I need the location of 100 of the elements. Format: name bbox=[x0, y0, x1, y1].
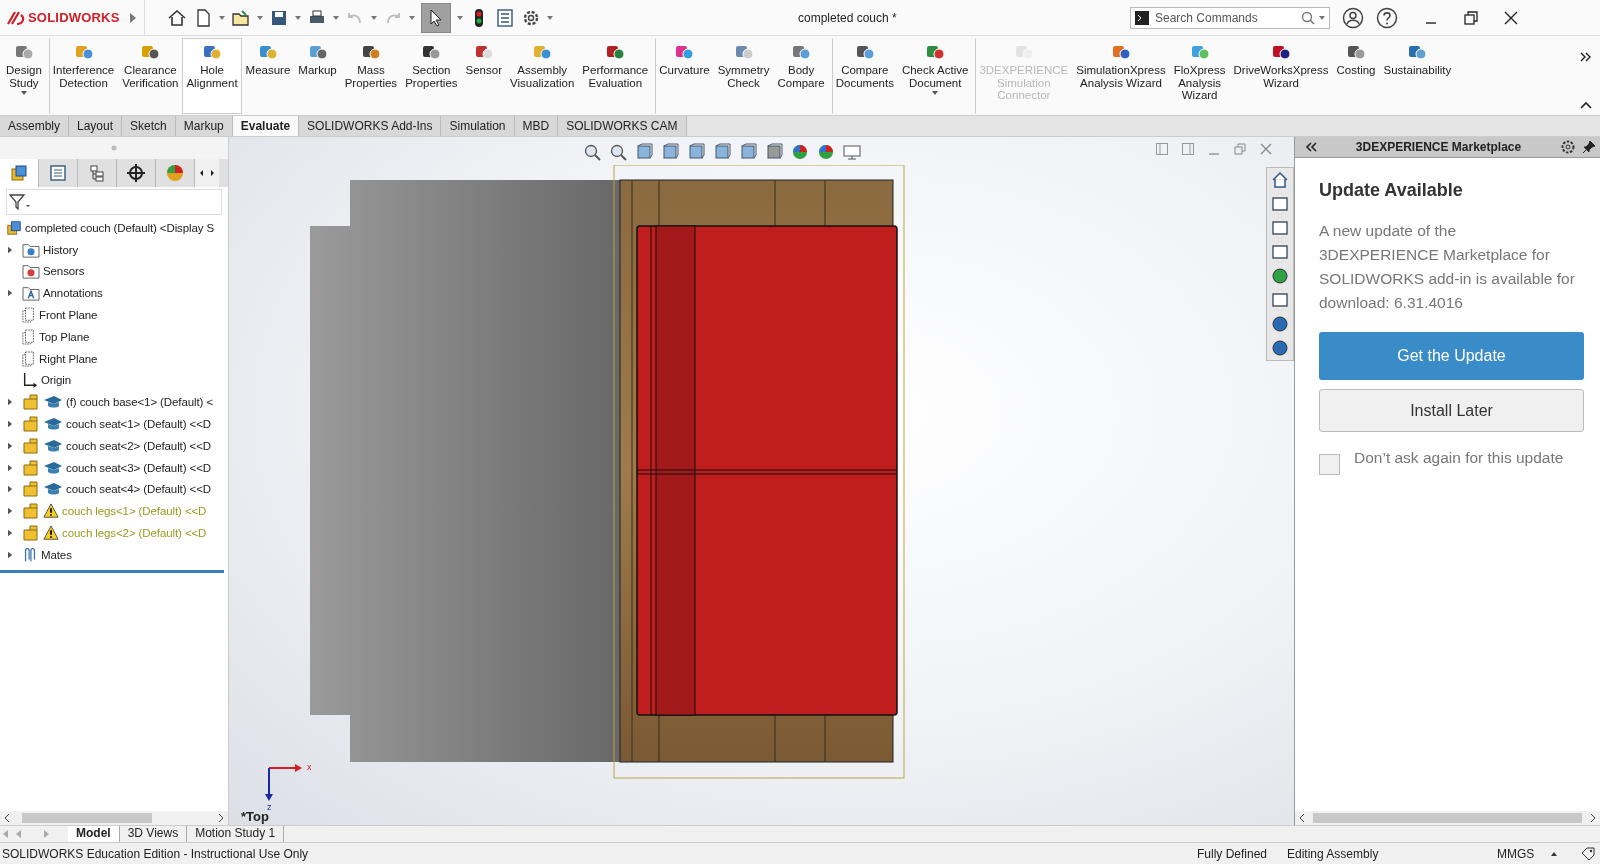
dropdown-caret-icon[interactable] bbox=[409, 15, 415, 20]
ribbon-command[interactable]: Symmetry Check bbox=[713, 38, 774, 114]
collapse-panel-icon[interactable] bbox=[1305, 142, 1317, 152]
expand-arrow-icon[interactable] bbox=[7, 507, 13, 516]
open-folder-icon[interactable] bbox=[231, 7, 251, 28]
scroll-left-icon[interactable] bbox=[4, 814, 10, 822]
user-icon[interactable] bbox=[1342, 6, 1364, 29]
dropdown-caret-icon[interactable] bbox=[547, 15, 553, 20]
tree-item[interactable]: couch seat<3> (Default) <<D bbox=[0, 456, 228, 479]
scroll-right-icon[interactable] bbox=[1590, 814, 1596, 822]
ribbon-command[interactable]: Compare Documents bbox=[831, 38, 898, 114]
ribbon-command[interactable]: Sensor bbox=[461, 38, 506, 114]
scroll-right-icon[interactable] bbox=[218, 814, 224, 822]
tree-item[interactable]: Front Plane bbox=[0, 304, 228, 326]
command-tab[interactable]: Sketch bbox=[122, 116, 176, 136]
ribbon-command[interactable]: SimulationXpress Analysis Wizard bbox=[1072, 38, 1170, 114]
tree-item[interactable]: (f) couch base<1> (Default) < bbox=[0, 391, 228, 414]
tree-item[interactable]: Mates bbox=[0, 543, 228, 566]
units-menu[interactable]: MMGS bbox=[1497, 846, 1551, 861]
get-update-button[interactable]: Get the Update bbox=[1319, 332, 1584, 380]
ribbon-command[interactable]: Assembly Visualization bbox=[506, 38, 579, 114]
caret-icon[interactable] bbox=[1551, 851, 1557, 856]
dropdown-caret-icon[interactable] bbox=[457, 15, 463, 20]
expand-arrow-icon[interactable] bbox=[7, 245, 13, 254]
expand-arrow-icon[interactable] bbox=[7, 420, 13, 429]
scroll-left-icon[interactable] bbox=[1299, 814, 1305, 822]
tree-item[interactable]: couch seat<4> (Default) <<D bbox=[0, 478, 228, 501]
select-tool-button[interactable] bbox=[421, 2, 451, 33]
tile-left-icon[interactable] bbox=[1156, 143, 1168, 155]
command-tab[interactable]: Layout bbox=[69, 116, 123, 136]
expand-arrow-icon[interactable] bbox=[7, 289, 13, 298]
expand-arrow-icon[interactable] bbox=[7, 463, 13, 472]
dropdown-caret-icon[interactable] bbox=[219, 15, 225, 20]
ribbon-command[interactable]: Sustainability bbox=[1379, 38, 1456, 114]
dropdown-caret-icon[interactable] bbox=[333, 15, 339, 20]
ribbon-command[interactable]: Markup bbox=[294, 38, 341, 114]
checkbox[interactable] bbox=[1319, 454, 1340, 475]
help-icon[interactable] bbox=[1376, 6, 1398, 29]
ribbon-command[interactable]: Design Study bbox=[2, 38, 46, 114]
tag-icon[interactable] bbox=[1581, 846, 1595, 861]
ribbon-command[interactable]: Curvature bbox=[655, 38, 714, 114]
collapse-ribbon-icon[interactable] bbox=[1580, 101, 1592, 109]
install-later-button[interactable]: Install Later bbox=[1319, 389, 1584, 432]
tree-item[interactable]: Origin bbox=[0, 369, 228, 392]
panel-grip-icon[interactable] bbox=[111, 145, 117, 151]
home-icon[interactable] bbox=[1271, 171, 1289, 189]
dropdown-caret-icon[interactable] bbox=[1319, 15, 1325, 20]
command-tab[interactable]: Assembly bbox=[0, 116, 69, 136]
command-tab[interactable]: MBD bbox=[514, 116, 559, 136]
tile-right-icon[interactable] bbox=[1182, 143, 1194, 155]
command-tab[interactable]: Evaluate bbox=[232, 116, 300, 136]
tree-item[interactable]: Sensors bbox=[0, 260, 228, 283]
horizontal-scrollbar[interactable] bbox=[0, 811, 228, 825]
tree-item[interactable]: couch seat<1> (Default) <<D bbox=[0, 413, 228, 435]
expand-arrow-icon[interactable] bbox=[7, 529, 13, 538]
ribbon-command[interactable]: Mass Properties bbox=[340, 38, 402, 114]
ribbon-command[interactable]: Interference Detection bbox=[48, 38, 119, 114]
zoom-fit-icon[interactable] bbox=[583, 143, 601, 161]
command-tab[interactable]: Markup bbox=[175, 116, 233, 136]
ribbon-command[interactable]: Clearance Verification bbox=[118, 38, 183, 114]
display-icon[interactable] bbox=[843, 143, 861, 161]
tree-item[interactable]: Annotations bbox=[0, 282, 228, 305]
search-field[interactable]: Search Commands bbox=[1130, 6, 1330, 29]
home-icon[interactable] bbox=[167, 7, 187, 28]
horizontal-scrollbar[interactable] bbox=[1295, 811, 1600, 825]
filter-icon[interactable] bbox=[9, 194, 31, 210]
ribbon-command[interactable]: DriveWorksXpress Wizard bbox=[1229, 38, 1333, 114]
model-tab[interactable]: Model bbox=[68, 826, 120, 842]
dropdown-caret-icon[interactable] bbox=[257, 15, 263, 20]
tree-item[interactable]: Right Plane bbox=[0, 347, 228, 370]
restore-icon[interactable] bbox=[1464, 10, 1478, 25]
dropdown-caret-icon[interactable] bbox=[371, 15, 377, 20]
options-list-icon[interactable] bbox=[495, 7, 515, 28]
command-tab[interactable]: SOLIDWORKS CAM bbox=[558, 116, 687, 136]
settings-icon[interactable] bbox=[1560, 139, 1576, 155]
ribbon-command[interactable]: Measure bbox=[241, 38, 295, 114]
tree-item[interactable]: Top Plane bbox=[0, 326, 228, 348]
tree-item[interactable]: couch seat<2> (Default) <<D bbox=[0, 434, 228, 457]
expand-arrow-icon[interactable] bbox=[7, 485, 13, 494]
ribbon-command[interactable]: Section Properties bbox=[401, 38, 462, 114]
scene-icon[interactable] bbox=[817, 143, 835, 161]
ribbon-command[interactable]: Performance Evaluation bbox=[578, 38, 653, 114]
ribbon-command[interactable]: Check Active Document bbox=[897, 38, 973, 114]
command-tab[interactable]: SOLIDWORKS Add-Ins bbox=[299, 116, 442, 136]
pin-icon[interactable] bbox=[1582, 140, 1596, 154]
ribbon-command[interactable]: FloXpress Analysis Wizard bbox=[1169, 38, 1230, 114]
dropdown-caret-icon[interactable] bbox=[20, 91, 27, 95]
ribbon-command[interactable]: Costing bbox=[1332, 38, 1380, 114]
appearance-icon[interactable] bbox=[791, 143, 809, 161]
expand-arrow-icon[interactable] bbox=[7, 398, 13, 407]
dropdown-caret-icon[interactable] bbox=[932, 91, 939, 95]
search-input[interactable]: Search Commands bbox=[1153, 9, 1297, 26]
expand-arrow-icon[interactable] bbox=[7, 441, 13, 450]
appearance-icon[interactable] bbox=[1271, 267, 1289, 285]
search-icon[interactable] bbox=[1301, 10, 1315, 25]
ribbon-command[interactable]: Hole Alignment bbox=[182, 38, 242, 114]
expand-arrow-icon[interactable] bbox=[7, 550, 13, 559]
dropdown-caret-icon[interactable] bbox=[295, 15, 301, 20]
tree-item[interactable]: History bbox=[0, 238, 228, 261]
feature-manager-tab[interactable] bbox=[0, 159, 39, 187]
